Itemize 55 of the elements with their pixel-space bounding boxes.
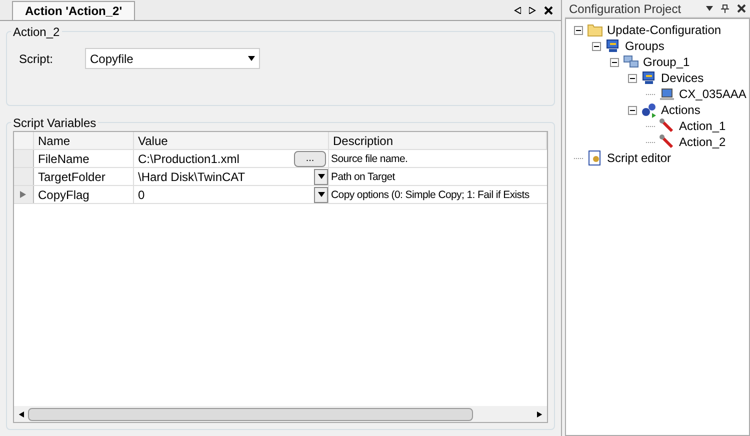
current-row-icon[interactable] <box>20 191 27 198</box>
table-cell-text: Path on Target <box>330 170 396 185</box>
tree-item[interactable]: Update-Configuration <box>607 22 722 38</box>
folder-icon <box>587 22 603 38</box>
tree-item[interactable]: Actions <box>661 102 700 118</box>
panel-title: Configuration Project <box>569 0 682 18</box>
dropdown-button[interactable] <box>314 186 328 202</box>
document-tab[interactable]: Action 'Action_2' <box>12 1 136 20</box>
column-header[interactable]: Value <box>134 132 329 149</box>
scroll-left-icon[interactable] <box>514 6 521 14</box>
dropdown-icon[interactable] <box>248 55 255 62</box>
column-header[interactable]: Description <box>329 132 547 149</box>
expander-icon[interactable] <box>574 26 583 34</box>
table-cell: FileName <box>34 150 134 167</box>
network-icon <box>605 38 621 54</box>
tree-item[interactable]: Group_1 <box>643 54 690 70</box>
table-cell-text: 0 <box>137 186 146 204</box>
browse-button[interactable]: ... <box>294 150 326 166</box>
script-label: Script: <box>18 50 54 68</box>
script-icon <box>587 150 603 166</box>
scroll-right-icon[interactable] <box>537 410 543 418</box>
table-cell-text: \Hard Disk\TwinCAT <box>137 168 246 186</box>
tree-item[interactable]: Script editor <box>607 150 672 166</box>
expander-icon[interactable] <box>628 106 637 114</box>
table-cell: CopyFlag <box>34 186 134 203</box>
close-icon[interactable] <box>737 4 746 13</box>
dropdown-icon[interactable] <box>706 5 713 12</box>
scroll-right-icon[interactable] <box>529 6 536 14</box>
computers-icon <box>623 54 639 70</box>
expander-icon[interactable] <box>610 58 619 66</box>
tree-item[interactable]: Action_1 <box>679 118 726 134</box>
group-title: Script Variables <box>11 115 98 131</box>
table-cell-text: Copy options (0: Simple Copy; 1: Fail if Exists <box>330 188 530 203</box>
horizontal-scrollbar[interactable] <box>14 406 547 422</box>
tree-item[interactable]: Action_2 <box>679 134 726 150</box>
caret-icon <box>318 191 324 198</box>
tree-item[interactable]: Devices <box>661 70 704 86</box>
group-title: Action_2 <box>11 24 62 40</box>
close-icon[interactable] <box>544 6 553 14</box>
laptop-icon <box>659 86 675 102</box>
dropdown-button[interactable] <box>314 168 328 184</box>
tree-item[interactable]: CX_035AAA <box>679 86 746 102</box>
pin-icon[interactable] <box>721 4 729 13</box>
caret-icon <box>318 173 324 180</box>
network-icon <box>641 70 657 86</box>
table-cell-text: C:\Production1.xml <box>137 150 240 168</box>
expander-icon[interactable] <box>592 42 601 50</box>
table-cell: TargetFolder <box>34 168 134 185</box>
tree-item[interactable]: Groups <box>625 38 664 54</box>
row-header[interactable] <box>14 186 34 203</box>
column-header[interactable]: Name <box>34 132 134 149</box>
scroll-left-icon[interactable] <box>18 410 24 418</box>
script-dropdown[interactable]: Copyfile <box>85 48 260 69</box>
expander-icon[interactable] <box>628 74 637 82</box>
table-cell-text: Source file name. <box>330 152 409 167</box>
